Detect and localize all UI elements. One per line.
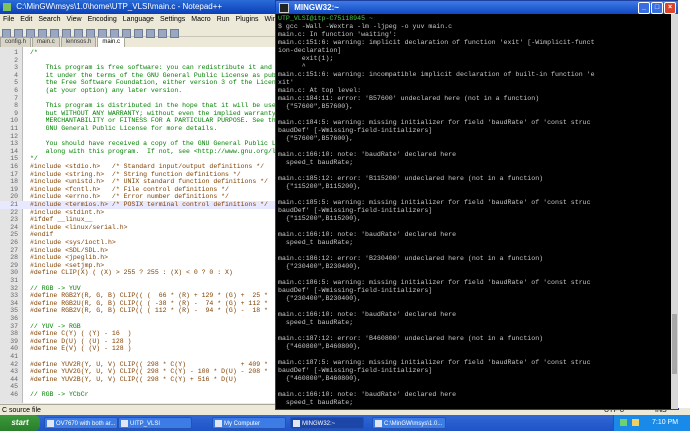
tray-network-icon[interactable] xyxy=(620,419,627,426)
console-line: main.c:187:12: error: 'B460800' undeclar… xyxy=(278,335,544,342)
console-line: main.c:185:5: warning: missing initializ… xyxy=(278,199,591,206)
console-line: ^ xyxy=(278,63,306,70)
console-line: main.c:187:5: warning: missing initializ… xyxy=(278,359,591,366)
console-line: main.c: At top level: xyxy=(278,87,362,94)
menu-item-run[interactable]: Run xyxy=(217,16,230,23)
menu-item-macro[interactable]: Macro xyxy=(191,16,210,23)
console-scrollbar[interactable] xyxy=(671,14,678,409)
start-button[interactable]: start xyxy=(0,415,40,431)
console-line: main.c:166:10: note: 'baudRate' declared… xyxy=(278,391,457,398)
console-scroll-thumb[interactable] xyxy=(672,314,677,374)
task-window-icon xyxy=(375,420,382,427)
taskbar-item[interactable]: MINGW32:~ xyxy=(290,417,364,429)
console-line: main.c:166:10: note: 'baudRate' declared… xyxy=(278,151,457,158)
close-button[interactable]: × xyxy=(664,2,676,14)
console-line: {"230400",B230400}, xyxy=(278,295,362,302)
console-line: UTP_VLSI@itp-C75i18945 ~ xyxy=(278,15,373,22)
console-line: speed_t baudRate; xyxy=(278,239,354,246)
console-line: {"115200",B115200}, xyxy=(278,183,362,190)
console-line: speed_t baudRate; xyxy=(278,399,354,406)
console-line: $ gcc -Wall -Wextra -lm -ljpeg -o yuv ma… xyxy=(278,23,453,30)
menu-item-search[interactable]: Search xyxy=(38,16,60,23)
tab-0[interactable]: config.h xyxy=(0,37,32,47)
notepad-tab-bar: config.h main.c lennsos.h main.c xyxy=(0,37,280,47)
menu-item-plugins[interactable]: Plugins xyxy=(236,16,259,23)
code-text: // RGB -> YCbCr xyxy=(30,391,89,398)
maximize-button[interactable]: □ xyxy=(651,2,663,14)
taskbar: start OV7670 with both ar... UITP_VLSI My … xyxy=(0,415,690,431)
console-app-icon xyxy=(279,3,289,13)
tab-3[interactable]: main.c xyxy=(97,37,126,47)
taskbar-item[interactable]: OV7670 with both ar... xyxy=(44,417,118,429)
console-title-bar[interactable]: MINGW32:~ _ □ × xyxy=(276,1,678,14)
console-line: main.c:185:12: error: 'B115200' undeclar… xyxy=(278,175,544,182)
tab-1[interactable]: main.c xyxy=(32,37,60,47)
menu-item-language[interactable]: Language xyxy=(123,16,154,23)
notepad-title: C:\MinGW\msys\1.0\home\UTP_VLSI\main.c -… xyxy=(16,2,223,11)
menu-item-encoding[interactable]: Encoding xyxy=(88,16,117,23)
task-label: MINGW32:~ xyxy=(302,421,336,427)
notepad-app-icon xyxy=(3,3,11,11)
console-line: baudDef' [-Wmissing-field-initializers] xyxy=(278,367,433,374)
console-line: main.c:184:5: warning: missing initializ… xyxy=(278,119,591,126)
code-line: 46 // RGB -> YCbCr xyxy=(0,391,280,399)
console-line: {"115200",B115200}, xyxy=(278,215,362,222)
console-line: main.c: In function 'waiting': xyxy=(278,31,397,38)
console-line: main.c:186:5: warning: missing initializ… xyxy=(278,279,591,286)
console-line: {"230400",B230400}, xyxy=(278,263,362,270)
notepad-toolbar xyxy=(0,25,280,38)
console-line: {"57600",B57600}, xyxy=(278,135,354,142)
console-line: baudDef' [-Wmissing-field-initializers] xyxy=(278,207,433,214)
menu-item-settings[interactable]: Settings xyxy=(160,16,185,23)
task-label: UITP_VLSI xyxy=(130,421,161,427)
mingw-console-window[interactable]: MINGW32:~ _ □ × UTP_VLSI@itp-C75i18945 ~… xyxy=(275,0,679,410)
tray-volume-icon[interactable] xyxy=(632,419,639,426)
tab-2[interactable]: lennsos.h xyxy=(60,37,97,47)
console-line: main.c:151:6: warning: implicit declarat… xyxy=(278,39,595,46)
console-line: {"460800",B460800}, xyxy=(278,343,362,350)
task-window-icon xyxy=(121,420,128,427)
console-line: xit' xyxy=(278,79,294,86)
task-label: OV7670 with both ar... xyxy=(56,421,116,427)
console-line: ion-declaration] xyxy=(278,47,342,54)
console-line: speed_t baudRate; xyxy=(278,159,354,166)
console-line: exit(1); xyxy=(278,55,334,62)
console-line: {"57600",B57600}, xyxy=(278,103,354,110)
console-line: main.c:186:12: error: 'B230400' undeclar… xyxy=(278,255,544,262)
task-label: My Computer xyxy=(224,421,261,427)
system-tray: 7:10 PM xyxy=(613,415,690,431)
console-line: main.c:184:11: error: 'B57600' undeclare… xyxy=(278,95,540,102)
menu-item-edit[interactable]: Edit xyxy=(20,16,32,23)
line-number: 46 xyxy=(10,391,18,398)
console-line: main.c:166:10: note: 'baudRate' declared… xyxy=(278,311,457,318)
console-line: {"460800",B460800}, xyxy=(278,375,362,382)
task-window-icon xyxy=(215,420,222,427)
taskbar-item[interactable]: UITP_VLSI xyxy=(118,417,192,429)
menu-item-file[interactable]: File xyxy=(3,16,14,23)
console-line: main.c:166:10: note: 'baudRate' declared… xyxy=(278,231,457,238)
menu-item-view[interactable]: View xyxy=(67,16,82,23)
tray-clock: 7:10 PM xyxy=(652,419,679,426)
console-line: speed_t baudRate; xyxy=(278,319,354,326)
console-line: baudDef' [-Wmissing-field-initializers] xyxy=(278,127,433,134)
taskbar-item[interactable]: C:\MinGW\msys\1.0... xyxy=(372,417,446,429)
console-output[interactable]: UTP_VLSI@itp-C75i18945 ~ $ gcc -Wall -Wex… xyxy=(276,14,671,409)
taskbar-item[interactable]: My Computer xyxy=(212,417,286,429)
code-editor[interactable]: 1/* 2 3 This program is free software: you… xyxy=(0,47,280,403)
minimize-button[interactable]: _ xyxy=(638,2,650,14)
task-label: C:\MinGW\msys\1.0... xyxy=(384,421,443,427)
console-line: main.c:151:6: warning: incompatible impl… xyxy=(278,71,595,78)
console-title: MINGW32:~ xyxy=(294,3,339,12)
console-line: baudDef' [-Wmissing-field-initializers] xyxy=(278,287,433,294)
background-window-edge xyxy=(678,0,690,408)
task-window-icon xyxy=(293,420,300,427)
task-window-icon xyxy=(47,420,54,427)
